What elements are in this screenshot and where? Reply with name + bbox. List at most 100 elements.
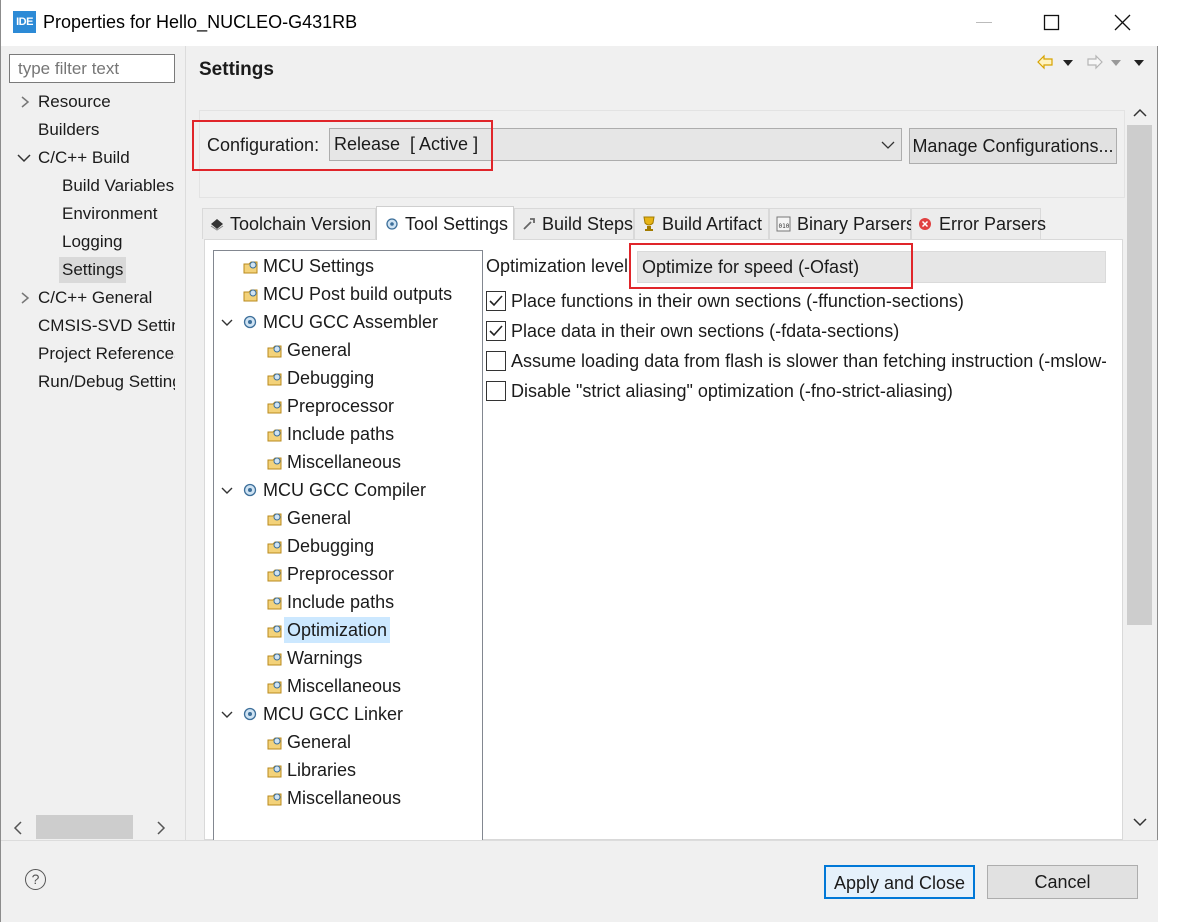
option-label: Disable "strict aliasing" optimization (… bbox=[511, 381, 953, 401]
tab-label: Tool Settings bbox=[405, 214, 509, 234]
scroll-left-icon[interactable] bbox=[11, 820, 27, 836]
chevron-down-icon[interactable] bbox=[220, 484, 234, 498]
tree-item[interactable]: Optimization bbox=[284, 617, 391, 643]
nav-item-settings[interactable]: Settings bbox=[59, 257, 127, 283]
optimization-level-label: Optimization level bbox=[486, 256, 629, 276]
settings-page-icon bbox=[267, 653, 282, 666]
tree-item[interactable]: Debugging bbox=[287, 533, 374, 559]
tree-item[interactable]: Warnings bbox=[287, 645, 362, 671]
tree-item[interactable]: Include paths bbox=[287, 589, 394, 615]
nav-item-run-debug[interactable]: Run/Debug Settings bbox=[38, 369, 175, 395]
tree-item[interactable]: Debugging bbox=[287, 365, 374, 391]
tab-label: Build Artifact bbox=[662, 214, 763, 234]
back-arrow-icon[interactable] bbox=[1037, 54, 1053, 70]
checkbox[interactable] bbox=[486, 381, 506, 401]
checkmark-icon bbox=[489, 325, 503, 337]
tab-build-artifact[interactable]: Build Artifact bbox=[634, 208, 769, 239]
forward-menu-icon[interactable] bbox=[1111, 60, 1121, 66]
settings-page-icon bbox=[267, 345, 282, 358]
tree-item[interactable]: Preprocessor bbox=[287, 393, 394, 419]
nav-item-cpp-general[interactable]: C/C++ General bbox=[38, 285, 152, 311]
option-slow-flash-data[interactable]: Assume loading data from flash is slower… bbox=[486, 350, 1106, 374]
highlight-configuration bbox=[192, 120, 493, 171]
nav-item-environment[interactable]: Environment bbox=[62, 201, 157, 227]
chevron-down-icon[interactable] bbox=[220, 316, 234, 330]
properties-dialog: IDE Properties for Hello_NUCLEO-G431RB t… bbox=[0, 0, 1158, 922]
tree-item[interactable]: MCU GCC Linker bbox=[263, 701, 403, 727]
gear-icon bbox=[386, 218, 398, 230]
vertical-scroll-thumb[interactable] bbox=[1127, 125, 1152, 625]
tab-build-steps[interactable]: Build Steps bbox=[514, 208, 634, 239]
back-menu-icon[interactable] bbox=[1063, 60, 1073, 66]
nav-item-cpp-build[interactable]: C/C++ Build bbox=[38, 145, 130, 171]
tree-item[interactable]: Miscellaneous bbox=[287, 673, 401, 699]
minimize-icon bbox=[976, 22, 992, 23]
close-button[interactable] bbox=[1099, 0, 1145, 46]
settings-page-icon bbox=[267, 737, 282, 750]
tree-item[interactable]: MCU GCC Compiler bbox=[263, 477, 426, 503]
svg-text:010: 010 bbox=[779, 223, 790, 230]
nav-item-logging[interactable]: Logging bbox=[62, 229, 123, 255]
chevron-right-icon[interactable] bbox=[18, 291, 32, 305]
scroll-right-icon[interactable] bbox=[153, 820, 169, 836]
nav-item-resource[interactable]: Resource bbox=[38, 89, 111, 115]
tab-binary-parsers[interactable]: 010 Binary Parsers bbox=[769, 208, 915, 239]
tree-item[interactable]: General bbox=[287, 337, 351, 363]
settings-page-icon bbox=[243, 289, 258, 302]
settings-page-icon bbox=[267, 681, 282, 694]
nav-item-project-references[interactable]: Project References bbox=[38, 341, 175, 367]
tree-item[interactable]: General bbox=[287, 505, 351, 531]
manage-configurations-button[interactable]: Manage Configurations... bbox=[909, 128, 1117, 164]
tree-item[interactable]: MCU Settings bbox=[263, 253, 374, 279]
scroll-up-icon[interactable] bbox=[1132, 106, 1148, 120]
settings-page-icon bbox=[267, 569, 282, 582]
minimize-button[interactable] bbox=[959, 0, 1005, 46]
apply-and-close-button[interactable]: Apply and Close bbox=[824, 865, 975, 899]
binary-icon: 010 bbox=[776, 216, 791, 232]
maximize-button[interactable] bbox=[1028, 0, 1074, 46]
pane-divider[interactable] bbox=[185, 46, 186, 840]
tab-error-parsers[interactable]: Error Parsers bbox=[911, 208, 1046, 239]
chevron-down-icon[interactable] bbox=[220, 708, 234, 722]
tree-item[interactable]: Miscellaneous bbox=[287, 785, 401, 811]
button-bar bbox=[1, 840, 1158, 922]
nav-item-cmsis-svd[interactable]: CMSIS-SVD Settings bbox=[38, 313, 175, 339]
scroll-down-icon[interactable] bbox=[1132, 815, 1148, 829]
tree-item[interactable]: MCU Post build outputs bbox=[263, 281, 452, 307]
tab-toolchain-version[interactable]: Toolchain Version bbox=[202, 208, 376, 239]
chevron-down-icon bbox=[881, 141, 895, 149]
page-title: Settings bbox=[199, 59, 274, 80]
tree-item[interactable]: Miscellaneous bbox=[287, 449, 401, 475]
nav-item-builders[interactable]: Builders bbox=[38, 117, 99, 143]
tree-item[interactable]: General bbox=[287, 729, 351, 755]
view-menu-icon[interactable] bbox=[1134, 60, 1144, 66]
settings-page-icon bbox=[267, 765, 282, 778]
chevron-right-icon[interactable] bbox=[18, 95, 32, 109]
checkbox[interactable] bbox=[486, 291, 506, 311]
tree-item[interactable]: Libraries bbox=[287, 757, 356, 783]
checkbox[interactable] bbox=[486, 321, 506, 341]
settings-page-icon bbox=[267, 793, 282, 806]
settings-page-icon bbox=[267, 373, 282, 386]
toolchain-icon bbox=[210, 219, 224, 231]
cancel-button[interactable]: Cancel bbox=[987, 865, 1138, 899]
tool-gear-icon bbox=[243, 483, 257, 497]
option-label: Place data in their own sections (-fdata… bbox=[511, 321, 900, 341]
settings-page-icon bbox=[267, 541, 282, 554]
forward-arrow-icon[interactable] bbox=[1087, 54, 1103, 70]
close-icon bbox=[1114, 14, 1131, 31]
scroll-thumb[interactable] bbox=[36, 815, 133, 839]
tree-item[interactable]: Preprocessor bbox=[287, 561, 394, 587]
trophy-icon bbox=[643, 216, 655, 231]
checkmark-icon bbox=[489, 295, 503, 307]
tree-item[interactable]: MCU GCC Assembler bbox=[263, 309, 438, 335]
tab-tool-settings[interactable]: Tool Settings bbox=[376, 206, 514, 240]
settings-page-icon bbox=[267, 513, 282, 526]
chevron-down-icon[interactable] bbox=[17, 151, 31, 165]
tree-item[interactable]: Include paths bbox=[287, 421, 394, 447]
checkbox[interactable] bbox=[486, 351, 506, 371]
help-icon[interactable]: ? bbox=[25, 869, 46, 890]
tab-label: Binary Parsers bbox=[797, 214, 916, 234]
nav-item-build-variables[interactable]: Build Variables bbox=[62, 173, 174, 199]
nav-horizontal-scrollbar[interactable] bbox=[9, 814, 177, 841]
